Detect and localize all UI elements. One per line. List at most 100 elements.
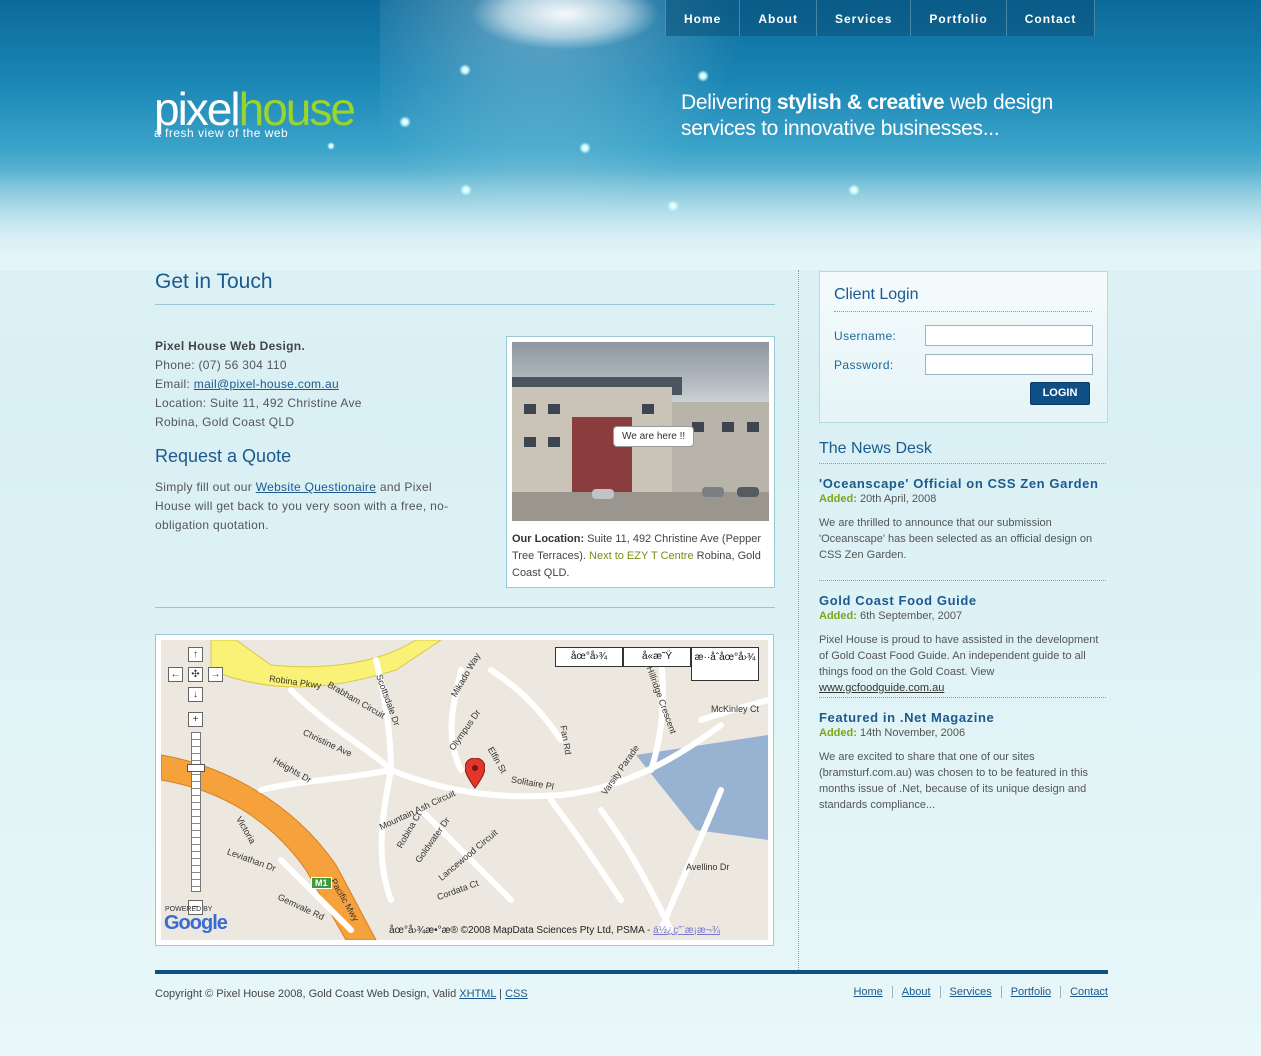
map-type-satellite-button[interactable]: å«æ˜Ÿ <box>623 647 691 667</box>
email-link[interactable]: mail@pixel-house.com.au <box>194 377 339 391</box>
news-headline[interactable]: Gold Coast Food Guide <box>819 593 1109 608</box>
username-label: Username: <box>834 329 897 343</box>
slogan-line2: services to innovative businesses... <box>681 117 1000 140</box>
star-icon <box>399 116 411 128</box>
divider <box>155 607 775 608</box>
star-icon <box>697 70 709 82</box>
quote-text: Simply fill out our Website Questionaire… <box>155 478 455 535</box>
photo-window <box>642 404 654 414</box>
password-field[interactable] <box>925 354 1093 375</box>
map-type-map-button[interactable]: åœ°å›¾ <box>555 647 623 667</box>
sky-fog <box>0 170 1261 270</box>
news-body-text: Pixel House is proud to have assisted in… <box>819 634 1099 678</box>
email-label: Email: <box>155 377 194 391</box>
footer-nav-services[interactable]: Services <box>939 986 1001 998</box>
star-icon <box>848 184 860 196</box>
star-icon <box>667 200 679 212</box>
nav-portfolio[interactable]: Portfolio <box>910 0 1005 36</box>
pan-down-button[interactable]: ↓ <box>188 687 203 702</box>
location-photo-box: We are here !! Our Location: Suite 11, 4… <box>506 336 775 588</box>
get-in-touch-heading: Get in Touch <box>155 270 273 293</box>
footer-separator: | <box>496 988 506 1000</box>
caption-highlight: Next to EZY T Centre <box>589 550 694 562</box>
footer-nav-portfolio[interactable]: Portfolio <box>1000 986 1060 998</box>
quote-pre: Simply fill out our <box>155 480 256 494</box>
star-icon <box>579 142 591 154</box>
footer-copyright: Copyright © Pixel House 2008, Gold Coast… <box>155 988 528 1000</box>
photo-window <box>722 422 734 432</box>
nav-services[interactable]: Services <box>816 0 910 36</box>
map-box: Robina Pkwy Brabham Circuit Scottsdale D… <box>155 634 774 946</box>
photo-window <box>548 404 560 414</box>
location-line1: Location: Suite 11, 492 Christine Ave <box>155 396 362 410</box>
logo[interactable]: pixelhouse a fresh view of the web <box>154 86 356 140</box>
footer-nav: Home About Services Portfolio Contact <box>844 986 1108 998</box>
map-marker-icon[interactable] <box>465 758 485 790</box>
questionaire-link[interactable]: Website Questionaire <box>256 480 377 494</box>
photo-window <box>524 404 536 414</box>
google-logo[interactable]: Google <box>164 912 228 935</box>
map-terms-link[interactable]: ä½¿ç”¨æ¡æ¬¾ <box>653 925 720 936</box>
star-icon <box>327 142 335 150</box>
pan-left-button[interactable]: ← <box>168 667 183 682</box>
added-label: Added: <box>819 727 857 739</box>
news-desk-title: The News Desk <box>819 440 932 457</box>
login-button[interactable]: LOGIN <box>1030 382 1090 405</box>
company-name: Pixel House Web Design. <box>155 339 306 353</box>
map-label: McKinley Ct <box>711 704 760 714</box>
nav-home[interactable]: Home <box>665 0 739 36</box>
photo-window <box>548 437 560 447</box>
news-date: 14th November, 2006 <box>856 727 966 739</box>
nav-contact[interactable]: Contact <box>1005 0 1096 36</box>
xhtml-link[interactable]: XHTML <box>459 988 496 1000</box>
google-map[interactable]: Robina Pkwy Brabham Circuit Scottsdale D… <box>161 640 768 940</box>
pan-center-button[interactable]: ✣ <box>188 667 203 682</box>
news-item: Gold Coast Food Guide Added: 6th Septemb… <box>819 593 1109 696</box>
map-copyright-text: åœ°å›¾æ•°æ® ©2008 MapData Sciences Pty L… <box>389 925 654 936</box>
news-item: Featured in .Net Magazine Added: 14th No… <box>819 710 1109 813</box>
footer-bar <box>155 970 1108 974</box>
photo-ground <box>512 492 769 521</box>
header-banner: Home About Services Portfolio Contact pi… <box>0 0 1261 270</box>
news-date: 20th April, 2008 <box>856 493 937 505</box>
footer-nav-contact[interactable]: Contact <box>1060 986 1108 998</box>
pan-right-button[interactable]: → <box>208 667 223 682</box>
column-divider <box>798 270 799 970</box>
added-label: Added: <box>819 610 857 622</box>
zoom-slider[interactable] <box>191 732 201 892</box>
phone-text: Phone: (07) 56 304 110 <box>155 358 287 372</box>
added-label: Added: <box>819 493 857 505</box>
password-label: Password: <box>834 358 894 372</box>
news-item: 'Oceanscape' Official on CSS Zen Garden … <box>819 476 1109 563</box>
slogan-bold: stylish & creative <box>776 91 945 114</box>
google-logo-text: Google <box>164 912 228 934</box>
pan-up-button[interactable]: ↑ <box>188 647 203 662</box>
star-icon <box>460 184 472 196</box>
zoom-slider-handle[interactable] <box>187 764 205 772</box>
nav-about[interactable]: About <box>739 0 816 36</box>
footer-nav-about[interactable]: About <box>891 986 940 998</box>
zoom-in-button[interactable]: + <box>188 712 203 727</box>
news-headline[interactable]: 'Oceanscape' Official on CSS Zen Garden <box>819 476 1109 491</box>
location-line2: Robina, Gold Coast QLD <box>155 415 295 429</box>
client-login-box: Client Login Username: Password: LOGIN <box>819 271 1108 423</box>
caption-label: Our Location: <box>512 533 585 545</box>
request-quote-heading: Request a Quote <box>155 446 292 466</box>
news-body: Pixel House is proud to have assisted in… <box>819 632 1109 696</box>
photo-window <box>524 437 536 447</box>
building-photo: We are here !! <box>512 342 769 521</box>
we-are-here-bubble: We are here !! <box>613 426 695 447</box>
username-field[interactable] <box>925 325 1093 346</box>
map-type-hybrid-button[interactable]: æ··åˆåœ°å›¾ <box>691 647 759 681</box>
css-link[interactable]: CSS <box>505 988 528 1000</box>
footer-nav-home[interactable]: Home <box>844 986 891 998</box>
gcfoodguide-link[interactable]: www.gcfoodguide.com.au <box>819 682 944 694</box>
main-nav: Home About Services Portfolio Contact <box>665 0 1096 36</box>
map-label: Avellino Dr <box>686 862 730 872</box>
divider <box>155 304 775 305</box>
client-login-title: Client Login <box>834 286 919 303</box>
slogan-pre: Delivering <box>681 91 777 114</box>
slogan: Delivering stylish & creative web design… <box>681 90 1053 142</box>
copyright-text: Copyright © Pixel House 2008, Gold Coast… <box>155 988 460 1000</box>
news-headline[interactable]: Featured in .Net Magazine <box>819 710 1109 725</box>
